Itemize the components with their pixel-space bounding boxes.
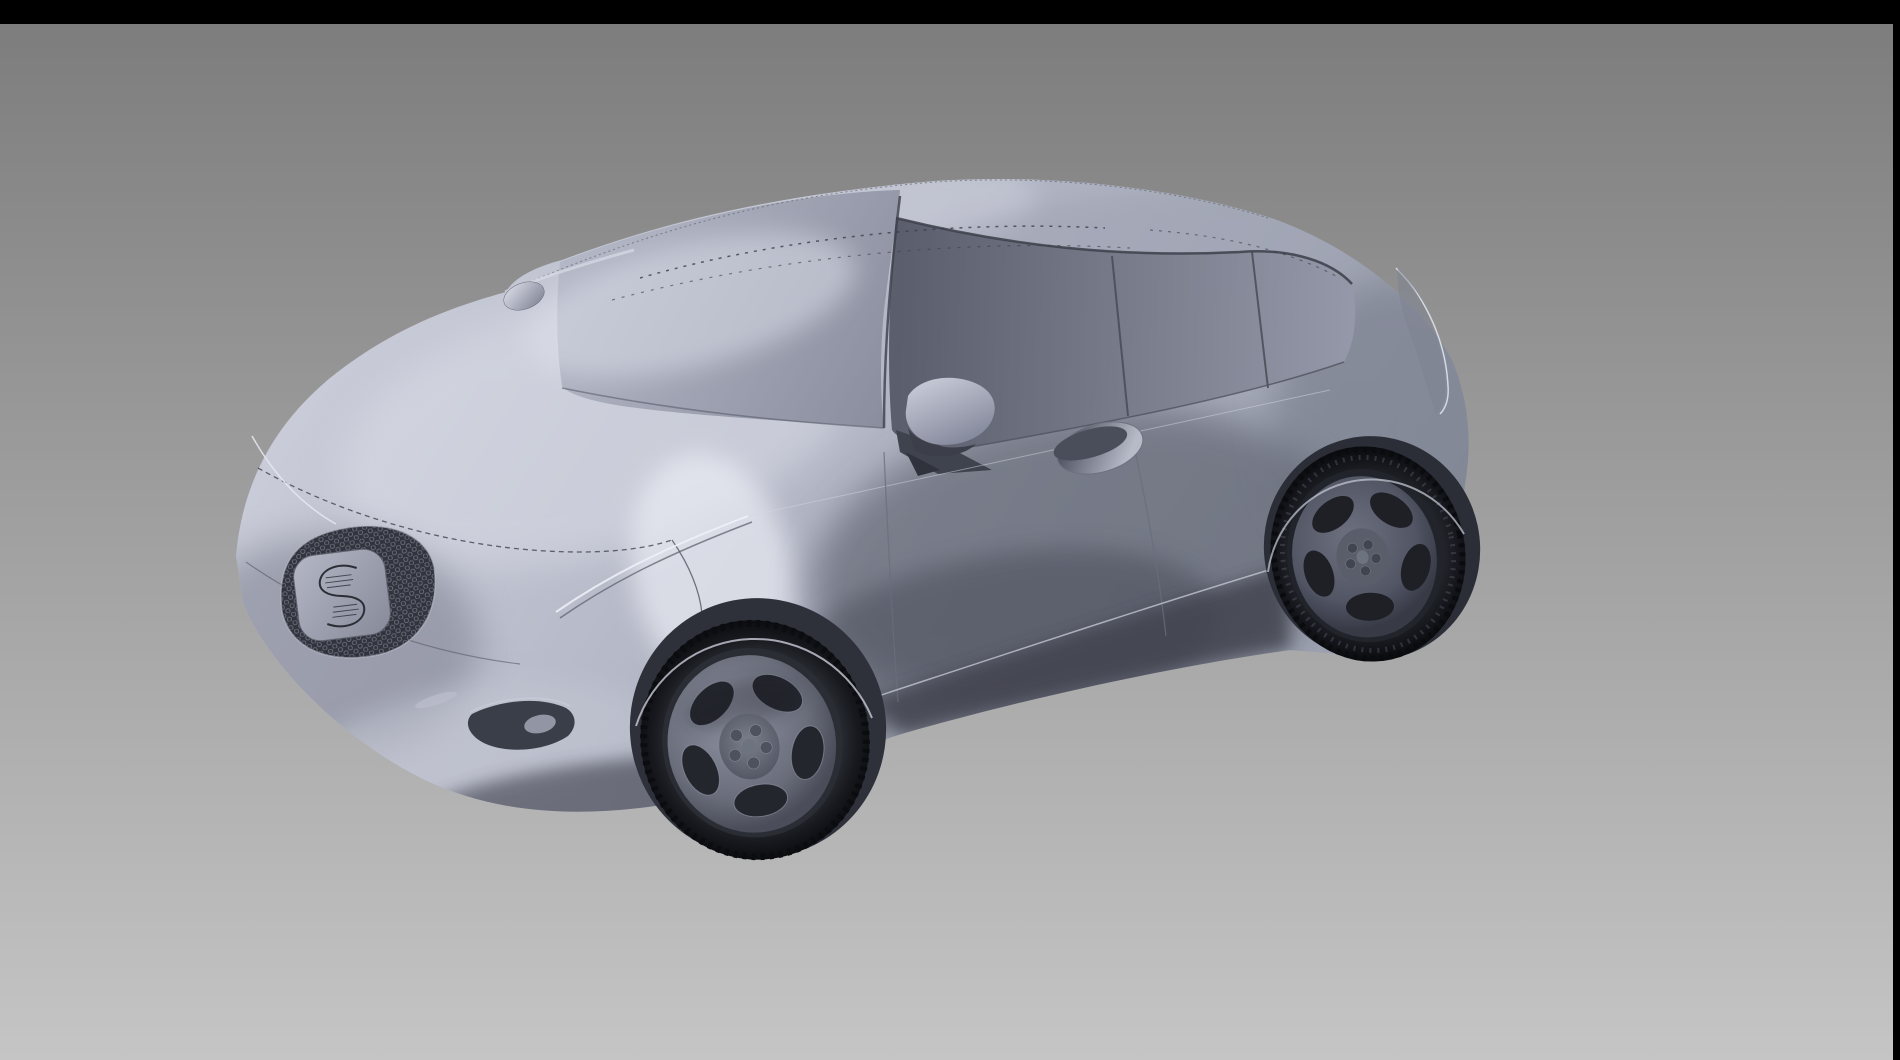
front-grille	[281, 526, 435, 658]
letterbox-top-bar	[0, 0, 1900, 24]
letterbox-right-bar	[1893, 0, 1900, 1060]
cad-application-window	[0, 0, 1900, 1060]
render-canvas[interactable]	[0, 0, 1900, 1060]
